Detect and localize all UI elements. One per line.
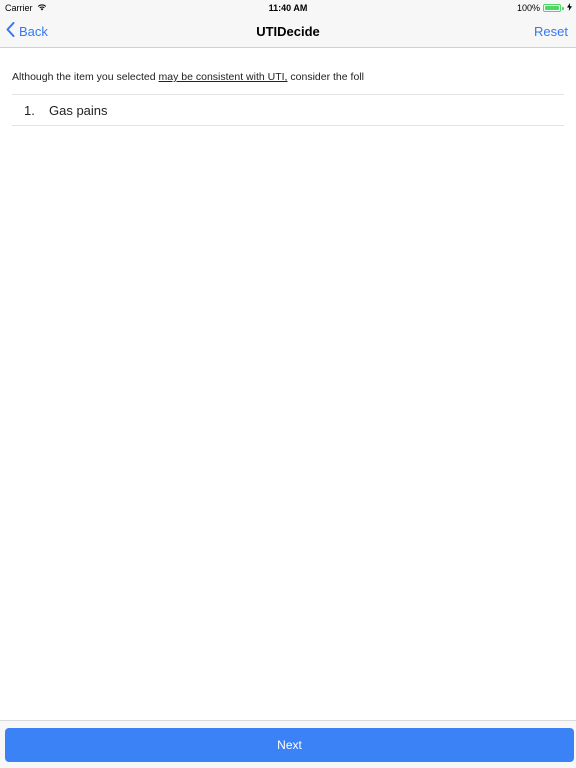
screen: Carrier 11:40 AM 100% Back UTIDecide Res… [0,0,576,768]
next-button[interactable]: Next [5,728,574,762]
list-item-number: 1. [24,103,35,118]
message-suffix: consider the foll [287,71,364,83]
list-item: 1. Gas pains [12,95,564,126]
message-prefix: Although the item you selected [12,71,159,83]
battery-percent: 100% [516,3,540,13]
status-bar: Carrier 11:40 AM 100% [0,0,576,16]
battery-cap [562,6,564,10]
navigation-bar: Back UTIDecide Reset [0,16,576,48]
reset-button[interactable]: Reset [534,24,568,39]
list-item-text: Gas pains [49,103,108,118]
battery-icon [543,4,561,12]
status-time: 11:40 AM [268,3,308,13]
page-title: UTIDecide [256,24,320,39]
condition-list: 1. Gas pains [12,94,564,126]
main-content: Although the item you selected may be co… [0,48,576,720]
message-link[interactable]: may be consistent with UTI, [159,71,288,83]
info-message: Although the item you selected may be co… [12,71,364,83]
status-right: 100% [517,3,572,13]
charging-bolt-icon [567,3,572,13]
bottom-bar: Next [0,720,576,768]
